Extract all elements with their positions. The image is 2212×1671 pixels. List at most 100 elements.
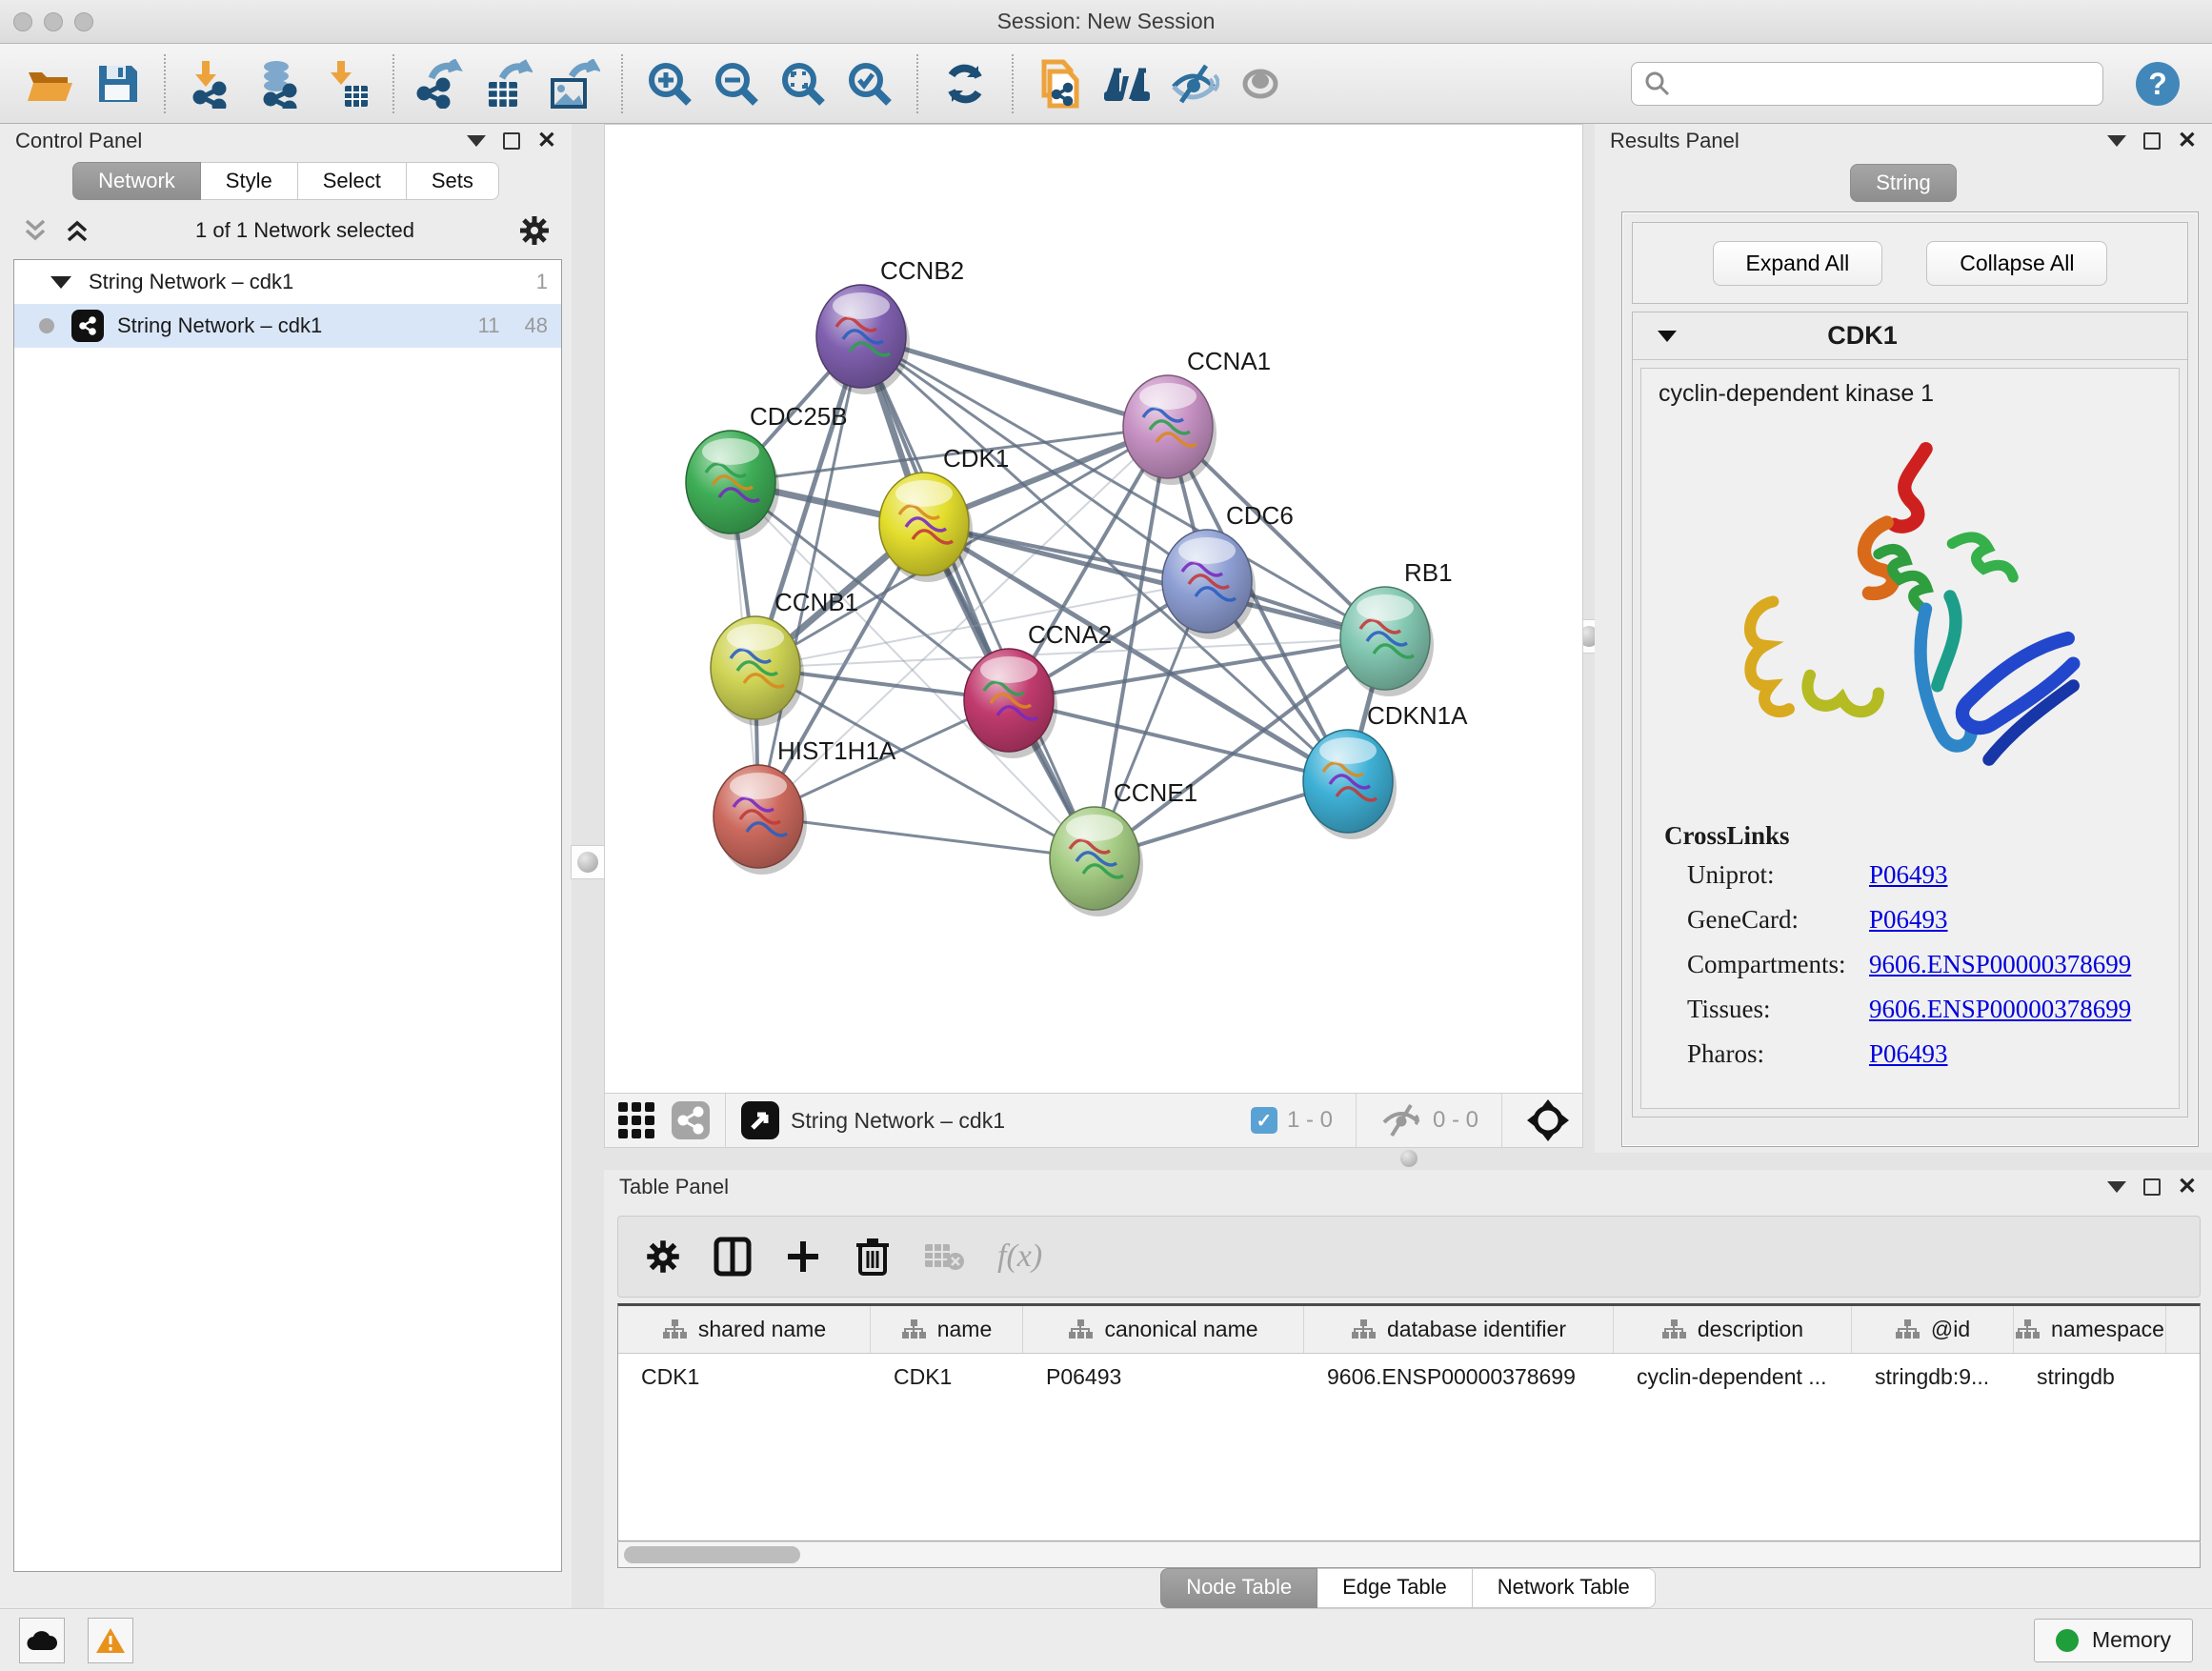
network-edge[interactable] xyxy=(861,336,1095,858)
tab-style[interactable]: Style xyxy=(201,162,298,200)
network-row-selected[interactable]: String Network – cdk1 11 48 xyxy=(14,304,561,348)
table-cell[interactable]: 9606.ENSP00000378699 xyxy=(1304,1364,1614,1390)
column-header-database-identifier[interactable]: database identifier xyxy=(1304,1306,1614,1353)
export-network-button[interactable] xyxy=(413,55,469,112)
tab-network-table[interactable]: Network Table xyxy=(1473,1568,1656,1608)
panel-menu-icon[interactable] xyxy=(467,135,486,147)
network-collection-row[interactable]: String Network – cdk1 1 xyxy=(14,260,561,304)
table-cell[interactable]: stringdb:9... xyxy=(1852,1364,2014,1390)
table-cell[interactable]: P06493 xyxy=(1023,1364,1304,1390)
memory-status-dot xyxy=(2056,1629,2079,1652)
column-header-shared-name[interactable]: shared name xyxy=(618,1306,871,1353)
tab-edge-table[interactable]: Edge Table xyxy=(1317,1568,1473,1608)
network-node-ccne1[interactable]: CCNE1 xyxy=(1050,778,1197,916)
panel-menu-icon[interactable] xyxy=(2107,1181,2126,1193)
network-node-ccnb2[interactable]: CCNB2 xyxy=(816,256,964,394)
help-button[interactable]: ? xyxy=(2130,55,2185,112)
cloud-services-button[interactable] xyxy=(19,1618,65,1663)
table-cell[interactable]: stringdb xyxy=(2014,1364,2166,1390)
column-header-description[interactable]: description xyxy=(1614,1306,1852,1353)
panel-close-icon[interactable]: ✕ xyxy=(2178,132,2197,150)
import-network-file-button[interactable] xyxy=(185,55,240,112)
expand-all-icon[interactable] xyxy=(63,217,91,244)
bottom-splitter-handle[interactable] xyxy=(1395,1145,1423,1172)
scrollbar-thumb[interactable] xyxy=(624,1546,800,1563)
network-node-ccnb1[interactable]: CCNB1 xyxy=(711,588,858,726)
birds-eye-view-icon[interactable] xyxy=(739,1099,781,1141)
network-node-hist1h1a[interactable]: HIST1H1A xyxy=(714,736,896,875)
left-splitter-handle[interactable] xyxy=(571,845,605,879)
collapse-all-button[interactable]: Collapse All xyxy=(1926,241,2107,286)
gene-section-header[interactable]: CDK1 xyxy=(1633,312,2187,360)
column-header-name[interactable]: name xyxy=(871,1306,1023,1353)
export-table-button[interactable] xyxy=(480,55,535,112)
panel-close-icon[interactable]: ✕ xyxy=(537,132,556,150)
show-all-button[interactable] xyxy=(1233,55,1288,112)
column-header-namespace[interactable]: namespace xyxy=(2014,1306,2166,1353)
search-input[interactable] xyxy=(1631,62,2103,106)
table-settings-gear-icon[interactable] xyxy=(645,1238,681,1275)
crosslink-link[interactable]: P06493 xyxy=(1869,1039,1948,1069)
tab-sets[interactable]: Sets xyxy=(407,162,499,200)
table-cell[interactable]: CDK1 xyxy=(618,1364,871,1390)
collection-expand-icon[interactable] xyxy=(50,276,71,289)
crosslink-link[interactable]: P06493 xyxy=(1869,905,1948,935)
refresh-button[interactable] xyxy=(937,55,993,112)
crosslink-link[interactable]: 9606.ENSP00000378699 xyxy=(1869,950,2131,979)
network-canvas[interactable]: CCNB2CCNA1CDC25BCDK1CDC6RB1CCNB1CCNA2CDK… xyxy=(604,124,1583,1094)
panel-close-icon[interactable]: ✕ xyxy=(2178,1178,2197,1196)
collapse-all-icon[interactable] xyxy=(21,217,50,244)
table-row[interactable]: CDK1CDK1P064939606.ENSP00000378699cyclin… xyxy=(618,1354,2200,1399)
table-horizontal-scrollbar[interactable] xyxy=(617,1541,2201,1568)
tab-network[interactable]: Network xyxy=(72,162,201,200)
panel-float-icon[interactable] xyxy=(2143,132,2161,150)
zoom-selected-button[interactable] xyxy=(842,55,897,112)
expand-all-button[interactable]: Expand All xyxy=(1713,241,1883,286)
column-header--id[interactable]: @id xyxy=(1852,1306,2014,1353)
network-edge[interactable] xyxy=(1009,700,1348,781)
tab-string[interactable]: String xyxy=(1850,164,1956,202)
network-edge[interactable] xyxy=(758,816,1095,858)
panel-menu-icon[interactable] xyxy=(2107,135,2126,147)
zoom-out-button[interactable] xyxy=(709,55,764,112)
column-header-canonical-name[interactable]: canonical name xyxy=(1023,1306,1304,1353)
add-column-icon[interactable] xyxy=(784,1238,822,1276)
network-node-rb1[interactable]: RB1 xyxy=(1340,558,1453,696)
warnings-button[interactable] xyxy=(88,1618,133,1663)
network-node-ccna1[interactable]: CCNA1 xyxy=(1123,347,1271,485)
export-image-button[interactable] xyxy=(547,55,602,112)
annotations-button[interactable] xyxy=(1033,55,1088,112)
crosslink-link[interactable]: P06493 xyxy=(1869,860,1948,890)
gene-section: CDK1 cyclin-dependent kinase 1 xyxy=(1632,312,2188,1117)
string-view-icon[interactable] xyxy=(670,1099,712,1141)
memory-button[interactable]: Memory xyxy=(2034,1619,2193,1662)
selected-checkbox[interactable]: ✓ xyxy=(1251,1107,1277,1134)
save-session-button[interactable] xyxy=(90,55,145,112)
tab-node-table[interactable]: Node Table xyxy=(1160,1568,1317,1608)
delete-column-trash-icon[interactable] xyxy=(855,1236,891,1278)
panel-float-icon[interactable] xyxy=(503,132,520,150)
import-table-button[interactable] xyxy=(318,55,373,112)
open-session-button[interactable] xyxy=(23,55,78,112)
show-columns-icon[interactable] xyxy=(714,1237,752,1277)
pan-crosshair-icon[interactable] xyxy=(1525,1097,1571,1143)
grid-view-icon[interactable] xyxy=(616,1100,656,1140)
right-splitter[interactable] xyxy=(1583,124,1595,1148)
zoom-fit-button[interactable] xyxy=(775,55,831,112)
first-neighbors-button[interactable] xyxy=(1099,55,1155,112)
zoom-in-button[interactable] xyxy=(642,55,697,112)
gear-icon[interactable] xyxy=(518,214,551,247)
table-cell[interactable]: cyclin-dependent ... xyxy=(1614,1364,1852,1390)
crosslink-link[interactable]: 9606.ENSP00000378699 xyxy=(1869,995,2131,1024)
tab-select[interactable]: Select xyxy=(298,162,407,200)
panel-float-icon[interactable] xyxy=(2143,1178,2161,1196)
section-collapse-icon[interactable] xyxy=(1658,331,1677,342)
left-splitter[interactable] xyxy=(572,124,604,1608)
hide-selected-button[interactable] xyxy=(1166,55,1221,112)
table-cell[interactable]: CDK1 xyxy=(871,1364,1023,1390)
export-table-icon xyxy=(483,59,533,109)
network-edge[interactable] xyxy=(924,524,1385,638)
import-network-database-button[interactable] xyxy=(251,55,307,112)
network-node-cdkn1a[interactable]: CDKN1A xyxy=(1303,701,1468,839)
search-icon xyxy=(1644,70,1671,97)
